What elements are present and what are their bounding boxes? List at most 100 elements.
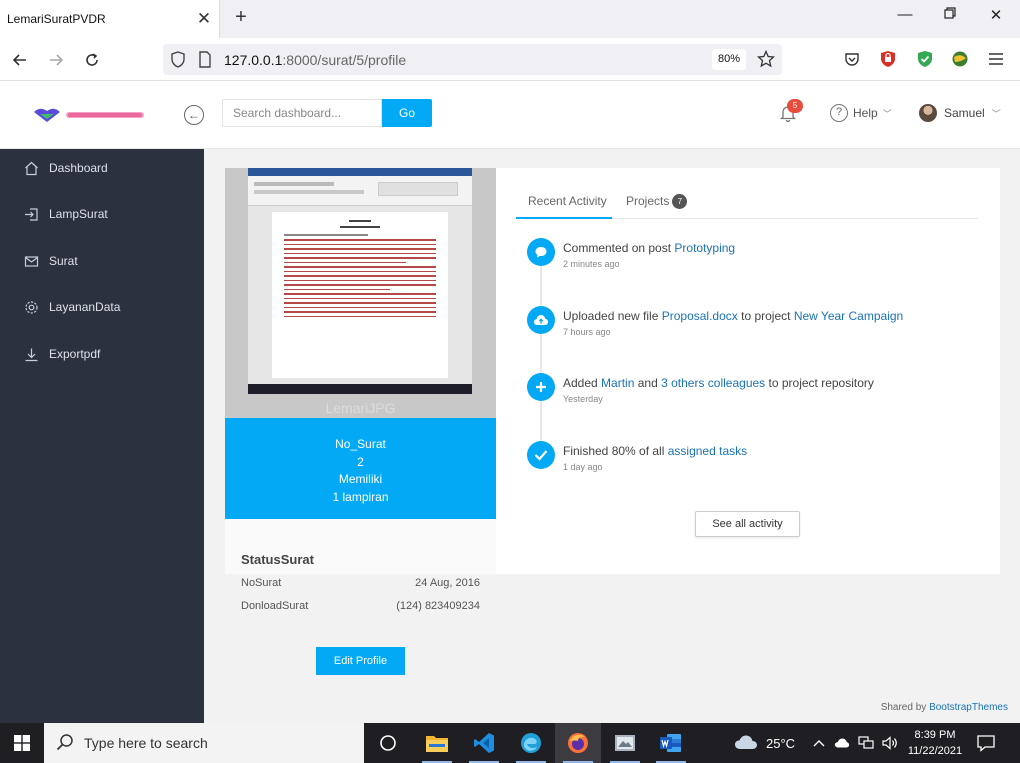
temperature: 25°C xyxy=(766,735,796,751)
check-icon xyxy=(527,441,555,469)
network-icon[interactable] xyxy=(858,735,874,751)
search-go-button[interactable]: Go xyxy=(382,99,432,127)
weather-widget[interactable]: 25°C xyxy=(734,723,795,763)
search-icon xyxy=(56,733,74,754)
sidebar-item-label: LampSurat xyxy=(49,207,108,221)
back-icon[interactable] xyxy=(8,48,32,72)
tab-recent-activity[interactable]: Recent Activity xyxy=(528,194,607,208)
new-tab-icon[interactable]: + xyxy=(230,6,252,30)
word-icon[interactable] xyxy=(648,723,694,763)
volume-icon[interactable] xyxy=(882,735,898,751)
info-line: No_Surat xyxy=(335,437,386,451)
activity-text-part: and xyxy=(634,376,662,390)
activity-link[interactable]: New Year Campaign xyxy=(794,309,903,323)
letter-info-panel: No_Surat 2 Memiliki 1 lampiran xyxy=(225,418,496,519)
activity-tabs: Recent Activity Projects 7 xyxy=(516,186,978,219)
see-all-activity-button[interactable]: See all activity xyxy=(695,511,800,537)
download-icon xyxy=(23,346,39,362)
activity-text-part: Added xyxy=(563,376,602,390)
task-view-icon[interactable] xyxy=(365,723,411,763)
pocket-icon[interactable] xyxy=(842,49,862,69)
sidebar-item-exportpdf[interactable]: Exportpdf xyxy=(0,339,204,369)
activity-link[interactable]: 3 others colleagues xyxy=(661,376,765,390)
adblock-shield-icon[interactable] xyxy=(878,49,898,69)
close-window-icon[interactable]: ✕ xyxy=(976,6,1016,30)
edge-browser-icon[interactable] xyxy=(508,723,554,763)
help-label: Help xyxy=(853,106,878,120)
firefox-icon[interactable] xyxy=(555,723,601,763)
file-explorer-icon[interactable] xyxy=(414,723,460,763)
chevron-up-icon[interactable] xyxy=(811,735,827,751)
dashboard-search-input[interactable] xyxy=(222,99,382,127)
activity-time: 1 day ago xyxy=(563,462,603,472)
address-bar[interactable]: 127.0.0.1:8000/surat/5/profile 80% xyxy=(163,44,782,75)
avatar xyxy=(919,104,937,122)
activity-link[interactable]: Martin xyxy=(601,376,634,390)
minimize-icon[interactable]: — xyxy=(885,6,925,30)
activity-text: Uploaded new file Proposal.docx to proje… xyxy=(563,309,903,323)
bookmark-star-icon[interactable] xyxy=(756,49,776,71)
info-line: 1 lampiran xyxy=(332,489,389,504)
cloud-upload-icon xyxy=(527,306,555,334)
active-tab-indicator xyxy=(516,217,612,219)
shield-icon[interactable] xyxy=(170,51,186,71)
sidebar-item-label: LayananData xyxy=(49,300,121,314)
help-menu[interactable]: ? Help ﹀ xyxy=(830,104,892,122)
login-icon xyxy=(23,206,39,222)
document-preview-image: LemariJPG xyxy=(225,168,496,418)
word-window-thumbnail xyxy=(248,168,472,394)
action-center-icon[interactable] xyxy=(976,733,996,753)
sidebar-item-label: Surat xyxy=(49,254,78,268)
home-icon xyxy=(23,160,39,176)
status-title: StatusSurat xyxy=(241,552,314,567)
photos-app-icon[interactable] xyxy=(602,723,648,763)
edit-profile-button[interactable]: Edit Profile xyxy=(316,647,405,675)
clock-date: 11/22/2021 xyxy=(907,745,963,757)
info-row-download: DonloadSurat (124) 823409234 xyxy=(241,600,480,612)
info-line: Memiliki xyxy=(338,472,383,486)
vscode-icon[interactable] xyxy=(461,723,507,763)
sidebar-item-surat[interactable]: Surat xyxy=(0,246,204,276)
menu-icon[interactable] xyxy=(986,49,1006,69)
footer-text: Shared by xyxy=(880,702,930,713)
taskbar-search-box[interactable]: Type here to search xyxy=(44,723,364,763)
url-path: :8000/surat/5/profile xyxy=(282,52,407,68)
user-menu[interactable]: Samuel ﹀ xyxy=(919,104,1001,122)
browser-tab[interactable]: LemariSuratPVDR ✕ xyxy=(0,0,220,38)
footer-link[interactable]: BootstrapThemes xyxy=(929,702,1008,713)
chevron-down-icon: ﹀ xyxy=(882,108,892,119)
restore-icon[interactable] xyxy=(930,6,970,30)
taskbar-clock[interactable]: 8:39 PM 11/22/2021 xyxy=(904,727,966,759)
windows-taskbar: Type here to search 25°C 8:39 PM 11/22/2… xyxy=(0,723,1020,763)
url-text[interactable]: 127.0.0.1:8000/surat/5/profile xyxy=(224,52,406,68)
green-shield-icon[interactable] xyxy=(915,49,935,69)
activity-text-part: to project xyxy=(737,309,794,323)
image-watermark: LemariJPG xyxy=(325,400,396,416)
activity-text: Finished 80% of all assigned tasks xyxy=(563,444,747,458)
tab-projects[interactable]: Projects 7 xyxy=(626,194,688,210)
page-icon[interactable] xyxy=(198,51,212,71)
activity-time: 2 minutes ago xyxy=(563,259,620,269)
sidebar-item-lampsurat[interactable]: LampSurat xyxy=(0,199,204,229)
activity-link[interactable]: assigned tasks xyxy=(668,444,747,458)
globe-extension-icon[interactable] xyxy=(950,49,970,69)
reload-icon[interactable] xyxy=(80,48,104,72)
activity-text: Added Martin and 3 others colleagues to … xyxy=(563,376,874,390)
collapse-sidebar-icon[interactable]: ← xyxy=(184,105,204,125)
activity-text-part: Commented on post xyxy=(563,241,675,255)
activity-link[interactable]: Prototyping xyxy=(674,241,735,255)
onedrive-cloud-icon[interactable] xyxy=(834,735,850,751)
brand-logo[interactable] xyxy=(32,106,147,124)
sidebar-item-dashboard[interactable]: Dashboard xyxy=(0,153,204,183)
close-tab-icon[interactable]: ✕ xyxy=(189,9,219,29)
url-host: 127.0.0.1 xyxy=(224,52,283,68)
windows-start-icon[interactable] xyxy=(0,723,44,763)
activity-time: 7 hours ago xyxy=(563,327,611,337)
browser-nav-bar: 127.0.0.1:8000/surat/5/profile 80% xyxy=(0,38,1020,81)
activity-link[interactable]: Proposal.docx xyxy=(662,309,738,323)
footer-credit: Shared by BootstrapThemes xyxy=(881,702,1008,713)
zoom-level[interactable]: 80% xyxy=(712,49,746,70)
gear-icon xyxy=(23,299,39,315)
sidebar-item-layanandata[interactable]: LayananData xyxy=(0,292,204,322)
forward-icon[interactable] xyxy=(44,48,68,72)
